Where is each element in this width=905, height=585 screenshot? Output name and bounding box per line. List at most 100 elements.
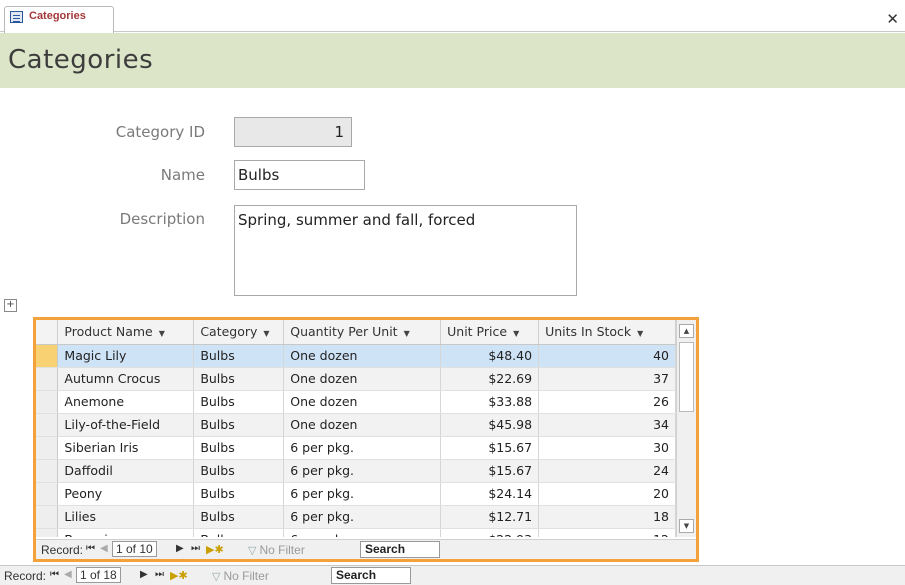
tab-categories[interactable]: Categories [4, 6, 114, 33]
record-count-field[interactable]: 1 of 10 [112, 541, 157, 557]
record-count-field[interactable]: 1 of 18 [76, 567, 121, 583]
table-cell[interactable]: $33.88 [440, 390, 540, 414]
previous-record-icon[interactable]: ◀ [64, 569, 72, 580]
table-cell[interactable]: 6 per pkg. [283, 482, 442, 506]
filter-status[interactable]: ▽ No Filter [212, 569, 269, 583]
filter-status[interactable]: ▽ No Filter [248, 543, 305, 557]
table-cell[interactable]: Daffodil [57, 459, 195, 483]
table-cell[interactable]: Anemone [57, 390, 195, 414]
table-cell[interactable]: 40 [538, 344, 676, 368]
row-selector[interactable] [36, 482, 59, 506]
table-cell[interactable]: Peony [57, 482, 195, 506]
search-field[interactable]: Search [331, 567, 411, 584]
table-row[interactable]: Daffodil Bulbs 6 per pkg. $15.67 24 [36, 459, 676, 483]
table-cell[interactable]: Bulbs [193, 344, 285, 368]
table-cell[interactable]: $48.40 [440, 344, 540, 368]
table-cell[interactable]: $22.69 [440, 367, 540, 391]
search-field[interactable]: Search [360, 541, 440, 558]
column-header-unit-price[interactable]: Unit Price ▼ [440, 320, 540, 345]
table-cell[interactable]: Bulbs [193, 390, 285, 414]
table-cell[interactable]: Bulbs [193, 482, 285, 506]
table-cell[interactable]: Bulbs [193, 528, 285, 537]
table-row[interactable]: Anemone Bulbs One dozen $33.88 26 [36, 390, 676, 414]
row-selector[interactable] [36, 528, 59, 537]
category-id-field[interactable]: 1 [234, 117, 352, 147]
table-row[interactable]: Autumn Crocus Bulbs One dozen $22.69 37 [36, 367, 676, 391]
table-cell[interactable]: 12 [538, 528, 676, 537]
table-cell[interactable]: Bulbs [193, 413, 285, 437]
table-cell[interactable]: 6 per pkg. [283, 436, 442, 460]
row-selector[interactable] [36, 344, 59, 368]
column-header-product-name[interactable]: Product Name ▼ [57, 320, 195, 345]
table-cell[interactable]: 34 [538, 413, 676, 437]
table-cell[interactable]: 26 [538, 390, 676, 414]
table-cell[interactable]: Siberian Iris [57, 436, 195, 460]
table-cell[interactable]: $22.93 [440, 528, 540, 537]
column-header-category[interactable]: Category ▼ [193, 320, 285, 345]
table-cell[interactable]: $15.67 [440, 459, 540, 483]
table-cell[interactable]: Lilies [57, 505, 195, 529]
previous-record-icon[interactable]: ◀ [100, 543, 108, 554]
next-record-icon[interactable]: ▶ [176, 543, 184, 554]
table-cell[interactable]: Begonias [57, 528, 195, 537]
table-row[interactable]: Magic Lily Bulbs One dozen $48.40 40 [36, 344, 676, 368]
scrollbar-thumb[interactable] [679, 342, 694, 412]
table-row[interactable]: BegoniasBulbs6 per pkg.$22.9312 [36, 528, 676, 537]
table-row[interactable]: Lilies Bulbs 6 per pkg. $12.71 18 [36, 505, 676, 529]
next-record-icon[interactable]: ▶ [140, 569, 148, 580]
close-icon[interactable]: ✕ [886, 10, 899, 28]
table-cell[interactable]: Bulbs [193, 505, 285, 529]
row-selector[interactable] [36, 390, 59, 414]
table-cell[interactable]: 6 per pkg. [283, 505, 442, 529]
last-record-icon[interactable]: ⏭ [191, 543, 200, 554]
table-cell[interactable]: One dozen [283, 390, 442, 414]
vertical-scrollbar[interactable]: ▲ ▼ [676, 320, 696, 537]
table-cell[interactable]: $24.14 [440, 482, 540, 506]
table-row[interactable]: Siberian Iris Bulbs 6 per pkg. $15.67 30 [36, 436, 676, 460]
sort-arrow-icon[interactable]: ▼ [263, 329, 269, 338]
row-selector[interactable] [36, 436, 59, 460]
table-cell[interactable]: $15.67 [440, 436, 540, 460]
new-record-icon[interactable]: ▶✱ [170, 569, 188, 582]
column-header-units-in-stock[interactable]: Units In Stock ▼ [538, 320, 676, 345]
layout-move-handle-icon[interactable]: + [4, 299, 17, 312]
table-row[interactable]: Lily-of-the-Field Bulbs One dozen $45.98 34 [36, 413, 676, 437]
last-record-icon[interactable]: ⏭ [155, 569, 164, 580]
table-cell[interactable]: 20 [538, 482, 676, 506]
sort-arrow-icon[interactable]: ▼ [159, 329, 165, 338]
table-cell[interactable]: Bulbs [193, 459, 285, 483]
table-cell[interactable]: One dozen [283, 367, 442, 391]
sort-arrow-icon[interactable]: ▼ [404, 329, 410, 338]
table-cell[interactable]: 24 [538, 459, 676, 483]
column-header-quantity-per-unit[interactable]: Quantity Per Unit ▼ [283, 320, 442, 345]
scroll-down-icon[interactable]: ▼ [679, 519, 694, 533]
table-cell[interactable]: Bulbs [193, 436, 285, 460]
table-cell[interactable]: $12.71 [440, 505, 540, 529]
table-cell[interactable]: One dozen [283, 413, 442, 437]
row-selector[interactable] [36, 459, 59, 483]
row-selector[interactable] [36, 505, 59, 529]
row-selector[interactable] [36, 367, 59, 391]
table-cell[interactable]: Autumn Crocus [57, 367, 195, 391]
table-cell[interactable]: 6 per pkg. [283, 528, 442, 537]
table-cell[interactable]: Magic Lily [57, 344, 195, 368]
table-cell[interactable]: 30 [538, 436, 676, 460]
scroll-up-icon[interactable]: ▲ [679, 324, 694, 338]
table-row[interactable]: Peony Bulbs 6 per pkg. $24.14 20 [36, 482, 676, 506]
table-cell[interactable]: $45.98 [440, 413, 540, 437]
new-record-icon[interactable]: ▶✱ [206, 543, 224, 556]
first-record-icon[interactable]: ⏮ [50, 569, 59, 580]
first-record-icon[interactable]: ⏮ [86, 543, 95, 554]
table-cell[interactable]: Lily-of-the-Field [57, 413, 195, 437]
table-cell[interactable]: 18 [538, 505, 676, 529]
table-cell[interactable]: 37 [538, 367, 676, 391]
row-selector[interactable] [36, 413, 59, 437]
sort-arrow-icon[interactable]: ▼ [637, 329, 643, 338]
description-field[interactable]: Spring, summer and fall, forced [234, 205, 577, 296]
select-all-corner[interactable] [36, 320, 59, 345]
sort-arrow-icon[interactable]: ▼ [513, 329, 519, 338]
name-field[interactable]: Bulbs [234, 160, 365, 190]
table-cell[interactable]: One dozen [283, 344, 442, 368]
table-cell[interactable]: Bulbs [193, 367, 285, 391]
table-cell[interactable]: 6 per pkg. [283, 459, 442, 483]
